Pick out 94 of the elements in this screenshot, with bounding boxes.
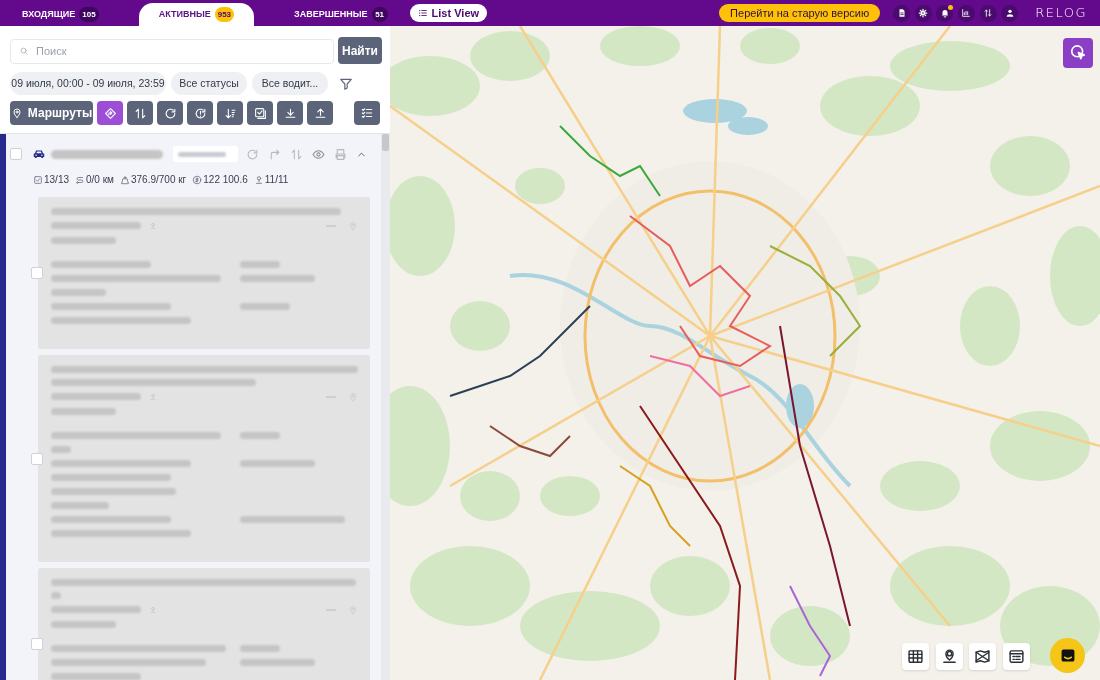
blurred-text xyxy=(51,501,109,509)
tool-button[interactable] xyxy=(247,101,273,125)
blurred-text xyxy=(51,445,71,453)
swap-arrows-icon xyxy=(983,8,994,18)
tool-button[interactable] xyxy=(157,101,183,125)
stat-value: 376.9/700 кг xyxy=(130,173,187,187)
sort-icon xyxy=(223,106,237,120)
checkbox-stack-icon xyxy=(253,106,267,120)
list-panel-button[interactable] xyxy=(1002,643,1030,670)
stat-value: 122 100.6 xyxy=(203,173,248,187)
count-badge: 105 xyxy=(79,7,99,22)
location-pin-icon xyxy=(940,648,958,665)
download-icon xyxy=(283,106,297,120)
blurred-text xyxy=(51,621,116,628)
blurred-text xyxy=(240,644,280,652)
funnel-icon xyxy=(339,76,353,91)
up-down-arrows-icon xyxy=(133,106,147,120)
routes-button[interactable]: Маршруты xyxy=(10,101,93,125)
marker-icon xyxy=(149,221,157,230)
checklist-icon xyxy=(360,106,374,120)
clock-alert-icon xyxy=(193,106,207,120)
tool-button[interactable] xyxy=(217,101,243,125)
blurred-text xyxy=(240,431,280,439)
blurred-text xyxy=(240,260,280,268)
notifications-button[interactable] xyxy=(936,4,954,22)
bell-icon xyxy=(939,8,950,18)
search-button[interactable]: Найти xyxy=(338,37,382,64)
turn-arrow-icon xyxy=(268,147,281,161)
location-button[interactable] xyxy=(935,643,963,670)
tool-button[interactable] xyxy=(277,101,303,125)
tool-button[interactable] xyxy=(97,101,123,125)
blurred-text xyxy=(51,237,116,244)
marker-icon xyxy=(149,605,157,614)
scrollbar-thumb[interactable] xyxy=(382,134,389,151)
map-icon xyxy=(974,648,991,665)
checkbox-icon xyxy=(33,174,43,185)
transfer-button[interactable] xyxy=(979,4,997,22)
marker-icon xyxy=(253,174,264,185)
marker-icon xyxy=(149,392,157,401)
user-icon xyxy=(1004,8,1015,18)
tool-button[interactable] xyxy=(187,101,213,125)
up-down-arrows-icon xyxy=(290,147,303,161)
filter-button[interactable] xyxy=(339,76,353,91)
eye-icon xyxy=(312,147,325,161)
coin-icon xyxy=(192,174,203,185)
search-icon xyxy=(19,45,29,56)
route-diamond-icon xyxy=(103,106,117,120)
blurred-field xyxy=(173,146,238,162)
upload-icon xyxy=(313,106,327,120)
checkbox[interactable] xyxy=(31,452,43,465)
stat-value: 11/11 xyxy=(264,173,289,187)
settings-button[interactable] xyxy=(914,4,932,22)
table-view-button[interactable] xyxy=(902,643,929,670)
old-version-button[interactable]: Перейти на старую версию xyxy=(719,4,881,22)
bar-chart-icon xyxy=(961,8,972,18)
list-icon xyxy=(417,8,428,18)
search-field[interactable]: Поиск xyxy=(10,38,334,64)
list-view-button[interactable]: List View xyxy=(409,4,488,22)
checkbox[interactable] xyxy=(10,148,22,160)
count-badge: 51 xyxy=(371,7,388,22)
printer-icon xyxy=(334,147,347,161)
blurred-text xyxy=(51,288,106,296)
route-tool-button[interactable] xyxy=(1063,38,1093,68)
tab[interactable]: ВХОДЯЩИЕ 105 xyxy=(2,3,119,26)
checkbox[interactable] xyxy=(31,637,43,650)
chart-button[interactable] xyxy=(957,4,975,22)
scrollbar[interactable] xyxy=(381,134,390,680)
blurred-text xyxy=(51,592,61,599)
route-icon xyxy=(75,174,86,185)
tab[interactable]: АКТИВНЫЕ 953 xyxy=(138,3,255,26)
grid-icon xyxy=(907,648,924,665)
card-list-icon xyxy=(1007,648,1025,665)
pin-icon xyxy=(10,107,23,119)
blurred-text xyxy=(240,302,290,310)
refresh-icon xyxy=(246,147,259,161)
tool-button[interactable] xyxy=(127,101,153,125)
map-button[interactable] xyxy=(969,643,996,670)
filter-chip[interactable]: 09 июля, 00:00 - 09 июля, 23:59 xyxy=(10,72,166,95)
tab[interactable]: ЗАВЕРШЕННЫЕ 51 xyxy=(274,3,408,26)
filter-chip[interactable]: Все водит... xyxy=(252,72,328,95)
logo: RELOG xyxy=(1035,4,1087,23)
filter-chip[interactable]: Все статусы xyxy=(171,72,247,95)
stat-value: 0/0 км xyxy=(86,173,114,187)
blurred-text xyxy=(51,408,116,415)
profile-button[interactable] xyxy=(1001,4,1019,22)
checkbox[interactable] xyxy=(31,267,43,279)
weight-icon xyxy=(119,174,130,185)
count-badge: 953 xyxy=(214,7,235,22)
checklist-button[interactable] xyxy=(354,101,380,125)
stat-value: 13/13 xyxy=(44,173,70,187)
settings-icon xyxy=(918,8,929,18)
document-button[interactable] xyxy=(893,4,911,22)
refresh-icon xyxy=(163,106,177,120)
tool-button[interactable] xyxy=(307,101,333,125)
